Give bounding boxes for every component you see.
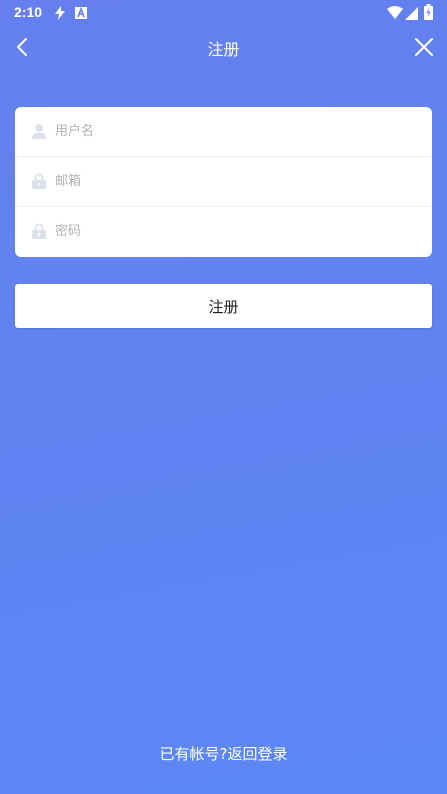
page-title: 注册	[207, 40, 240, 59]
nav-bar: 注册	[0, 26, 447, 68]
close-icon[interactable]	[413, 36, 435, 58]
flash-icon	[54, 5, 66, 24]
email-input[interactable]	[55, 157, 415, 206]
a-icon	[74, 5, 88, 24]
signal-icon	[405, 5, 418, 24]
lock-icon	[31, 173, 47, 189]
status-bar: 2:10	[0, 0, 447, 26]
password-input[interactable]	[55, 207, 415, 256]
password-row	[15, 207, 432, 257]
username-row	[15, 107, 432, 157]
wifi-icon	[387, 5, 403, 24]
email-row	[15, 157, 432, 207]
back-to-login-link[interactable]: 已有帐号?返回登录	[0, 743, 447, 764]
user-icon	[31, 123, 47, 139]
lock-icon	[31, 223, 47, 239]
battery-icon	[424, 4, 433, 24]
status-time: 2:10	[14, 4, 43, 20]
username-input[interactable]	[55, 107, 415, 156]
register-form	[15, 107, 432, 257]
register-button[interactable]: 注册	[15, 284, 432, 328]
